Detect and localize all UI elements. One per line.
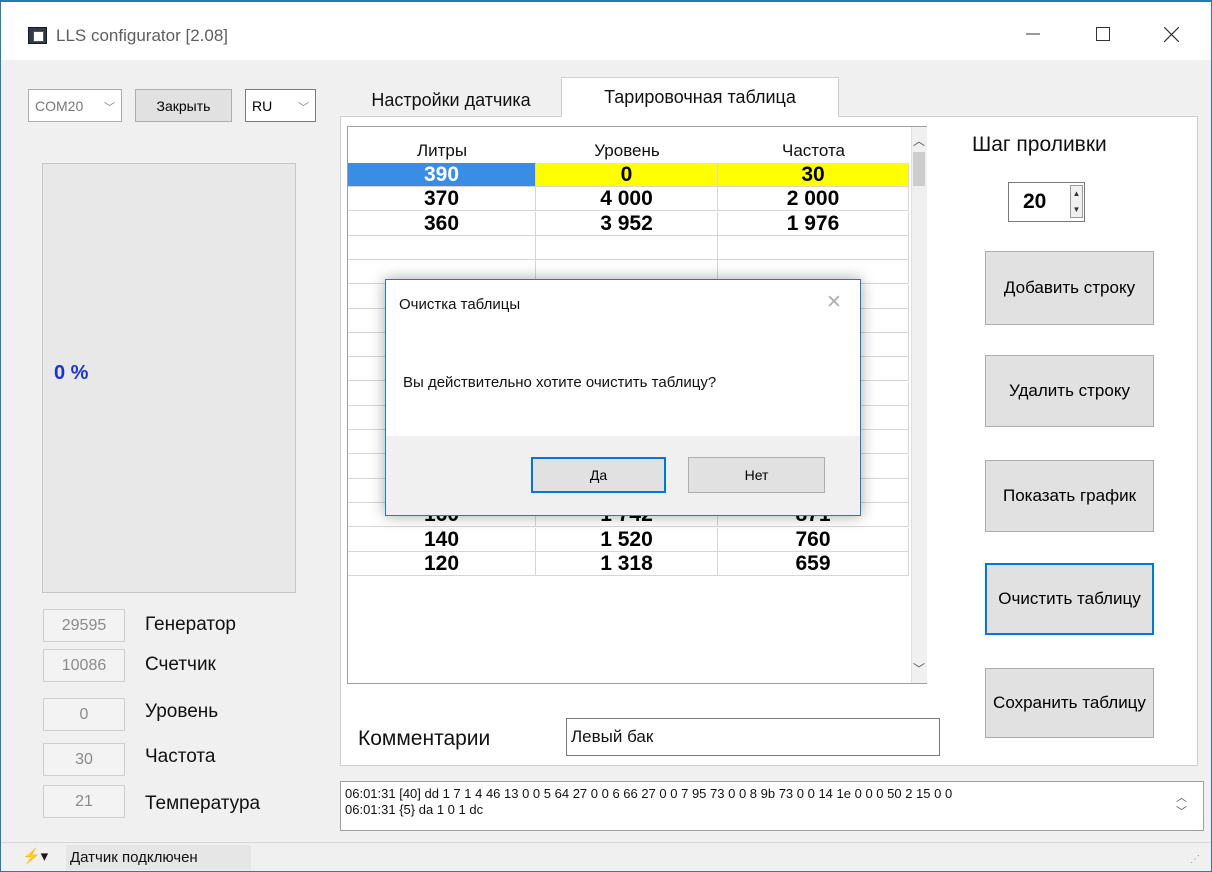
resize-grip-icon[interactable]: ⋰ xyxy=(1190,854,1200,865)
level-percent: 0 % xyxy=(54,362,89,384)
frequency-cell[interactable]: 659 xyxy=(718,551,909,576)
log-line: 06:01:31 [40] dd 1 7 1 4 46 13 0 0 5 64 … xyxy=(345,786,953,801)
frequency-cell[interactable]: 30 xyxy=(718,163,909,187)
column-header-frequency[interactable]: Частота xyxy=(718,141,909,161)
chevron-down-icon: ﹀ xyxy=(298,102,309,114)
table-row[interactable]: 370 4 000 2 000 xyxy=(348,187,909,212)
step-value: 20 xyxy=(1023,190,1047,213)
app-icon xyxy=(28,27,47,44)
liters-cell[interactable]: 390 xyxy=(348,163,536,187)
plug-icon[interactable]: ⚡▾ xyxy=(22,847,48,865)
table-row[interactable]: 390 0 30 xyxy=(348,163,909,187)
liters-cell[interactable]: 120 xyxy=(348,551,536,576)
scroll-down-icon[interactable]: ﹀ xyxy=(913,660,925,677)
level-label: Уровень xyxy=(145,701,219,722)
delete-row-button[interactable]: Удалить строку xyxy=(985,355,1154,427)
column-header-liters[interactable]: Литры xyxy=(348,141,536,161)
table-scrollbar[interactable] xyxy=(911,127,927,683)
language-value: RU xyxy=(252,97,273,114)
log-scroll-icon[interactable]: ︿ ﹀ xyxy=(1176,791,1187,819)
spinner-arrows-icon[interactable]: ▲ ▼ xyxy=(1070,185,1083,218)
frequency-cell[interactable]: 760 xyxy=(718,527,909,552)
log-line: 06:01:31 {5} da 1 0 1 dc xyxy=(345,802,484,817)
com-port-select[interactable]: COM20 ﹀ xyxy=(28,89,122,122)
status-text: Датчик подключен xyxy=(66,845,251,870)
com-port-value: COM20 xyxy=(35,97,84,114)
level-value: 0 xyxy=(43,698,125,731)
no-button[interactable]: Нет xyxy=(688,457,825,493)
liters-cell[interactable]: 370 xyxy=(348,187,536,212)
column-header-level[interactable]: Уровень xyxy=(536,141,718,161)
minimize-button[interactable] xyxy=(1006,14,1060,54)
counter-value: 10086 xyxy=(43,649,125,682)
dialog-title: Очистка таблицы xyxy=(399,296,521,313)
add-row-button[interactable]: Добавить строку xyxy=(985,251,1154,325)
frequency-cell[interactable]: 1 976 xyxy=(718,211,909,236)
frequency-label: Частота xyxy=(145,746,216,767)
level-cell[interactable]: 3 952 xyxy=(536,211,718,236)
table-row[interactable]: 140 1 520 760 xyxy=(348,527,909,552)
maximize-icon xyxy=(1096,27,1110,41)
scroll-thumb[interactable] xyxy=(913,152,925,186)
counter-label: Счетчик xyxy=(145,654,216,675)
minimize-icon xyxy=(1026,33,1040,35)
comment-label: Комментарии xyxy=(358,727,491,750)
generator-label: Генератор xyxy=(145,614,236,635)
log-output[interactable]: 06:01:31 [40] dd 1 7 1 4 46 13 0 0 5 64 … xyxy=(340,781,1204,831)
close-port-button[interactable]: Закрыть xyxy=(135,89,232,122)
table-row[interactable]: 360 3 952 1 976 xyxy=(348,211,909,236)
level-cell[interactable] xyxy=(536,235,718,260)
comment-input[interactable]: Левый бак xyxy=(566,718,940,756)
frequency-cell[interactable] xyxy=(718,235,909,260)
level-cell[interactable]: 1 318 xyxy=(536,551,718,576)
dialog-close-icon[interactable]: ✕ xyxy=(826,291,842,314)
table-row[interactable] xyxy=(348,235,909,260)
level-cell[interactable]: 4 000 xyxy=(536,187,718,212)
table-row[interactable]: 120 1 318 659 xyxy=(348,551,909,576)
liters-cell[interactable] xyxy=(348,235,536,260)
tab-sensor-settings[interactable]: Настройки датчика xyxy=(342,84,560,116)
frequency-cell[interactable]: 2 000 xyxy=(718,187,909,212)
liters-cell[interactable]: 360 xyxy=(348,211,536,236)
level-cell[interactable]: 0 xyxy=(536,163,718,187)
show-graph-button[interactable]: Показать график xyxy=(985,460,1154,532)
yes-button[interactable]: Да xyxy=(531,457,666,493)
scroll-up-icon[interactable]: ︿ xyxy=(913,132,925,149)
temperature-label: Температура xyxy=(145,793,261,814)
tab-calibration-table[interactable]: Тарировочная таблица xyxy=(561,77,839,117)
save-table-button[interactable]: Сохранить таблицу xyxy=(985,668,1154,738)
dialog-message: Вы действительно хотите очистить таблицу… xyxy=(403,374,717,391)
level-cell[interactable]: 1 520 xyxy=(536,527,718,552)
close-icon xyxy=(1163,26,1179,42)
temperature-value: 21 xyxy=(43,785,125,818)
frequency-value: 30 xyxy=(43,743,125,776)
maximize-button[interactable] xyxy=(1076,14,1130,54)
language-select[interactable]: RU ﹀ xyxy=(245,89,316,122)
liters-cell[interactable]: 140 xyxy=(348,527,536,552)
step-label: Шаг проливки xyxy=(972,133,1107,156)
chevron-down-icon: ﹀ xyxy=(104,102,115,114)
generator-value: 29595 xyxy=(43,609,125,642)
close-button[interactable] xyxy=(1144,14,1198,54)
clear-table-button[interactable]: Очистить таблицу xyxy=(985,563,1154,635)
window-title: LLS configurator [2.08] xyxy=(56,26,229,45)
